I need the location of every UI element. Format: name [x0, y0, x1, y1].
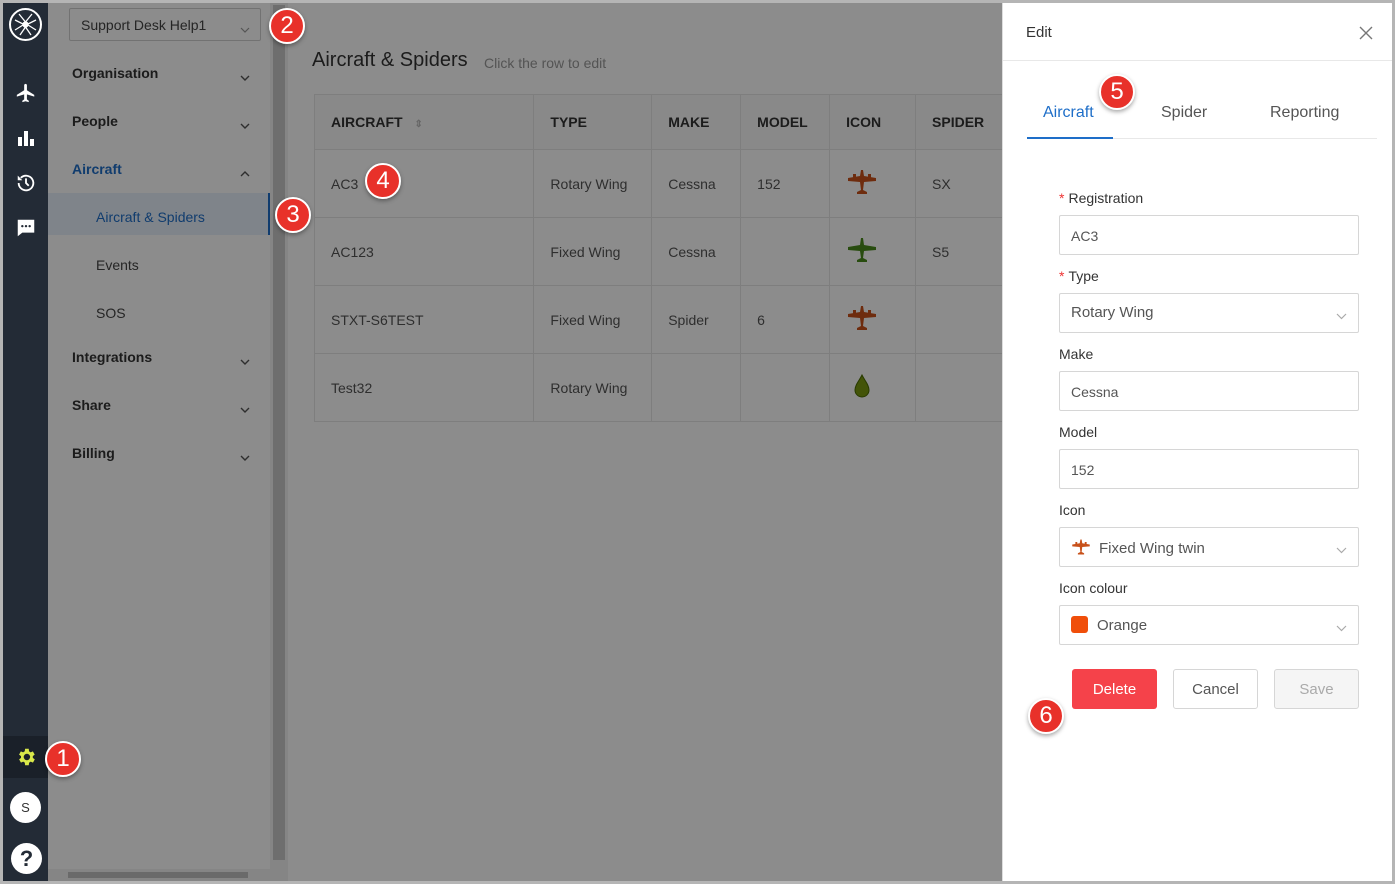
model-label: Model — [1059, 424, 1098, 440]
settings-gear-icon[interactable] — [3, 736, 48, 778]
registration-input[interactable]: AC3 — [1059, 215, 1359, 255]
delete-button[interactable]: Delete — [1072, 669, 1157, 709]
modal-overlay[interactable] — [48, 3, 1002, 881]
make-input[interactable]: Cessna — [1059, 371, 1359, 411]
callout-badge: 4 — [365, 163, 401, 199]
app-window: S ? Support Desk Help1 Organisation Peop… — [0, 0, 1395, 884]
callout-badge: 1 — [45, 741, 81, 777]
chevron-down-icon — [1336, 307, 1347, 324]
icon-select-value: Fixed Wing twin — [1099, 540, 1205, 557]
type-select-value: Rotary Wing — [1071, 304, 1154, 321]
icon-select[interactable]: Fixed Wing twin — [1059, 527, 1359, 567]
type-label: * Type — [1059, 268, 1099, 284]
tab-spider[interactable]: Spider — [1161, 104, 1207, 122]
tab-reporting[interactable]: Reporting — [1270, 104, 1339, 122]
icon-label: Icon — [1059, 502, 1086, 518]
edit-drawer: Edit Aircraft Spider Reporting * Registra… — [1002, 3, 1392, 881]
chat-icon[interactable] — [3, 208, 48, 248]
spider-logo-icon[interactable] — [9, 8, 42, 41]
callout-badge: 2 — [269, 8, 305, 44]
airplane-icon[interactable] — [3, 73, 48, 113]
tab-aircraft[interactable]: Aircraft — [1043, 104, 1094, 122]
colour-swatch — [1071, 616, 1088, 633]
callout-badge: 5 — [1099, 74, 1135, 110]
user-avatar[interactable]: S — [10, 792, 41, 823]
active-tab-indicator — [1027, 137, 1113, 139]
icon-rail: S ? — [3, 3, 55, 881]
icon-colour-value: Orange — [1097, 617, 1148, 634]
callout-badge: 3 — [275, 197, 311, 233]
fixed-wing-twin-icon — [1071, 538, 1091, 560]
chevron-down-icon — [1336, 541, 1347, 558]
chevron-down-icon — [1336, 619, 1347, 636]
drawer-title: Edit — [1026, 24, 1052, 41]
cancel-button[interactable]: Cancel — [1173, 669, 1258, 709]
bar-chart-icon[interactable] — [3, 118, 48, 158]
callout-badge: 6 — [1028, 698, 1064, 734]
model-input[interactable]: 152 — [1059, 449, 1359, 489]
history-icon[interactable] — [3, 163, 48, 203]
close-icon[interactable] — [1359, 23, 1373, 46]
registration-label: * Registration — [1059, 190, 1144, 206]
icon-colour-select[interactable]: Orange — [1059, 605, 1359, 645]
help-icon[interactable]: ? — [11, 843, 42, 874]
type-select[interactable]: Rotary Wing — [1059, 293, 1359, 333]
make-label: Make — [1059, 346, 1094, 362]
drawer-header: Edit — [1003, 3, 1392, 61]
icon-colour-label: Icon colour — [1059, 580, 1128, 596]
save-button[interactable]: Save — [1274, 669, 1359, 709]
